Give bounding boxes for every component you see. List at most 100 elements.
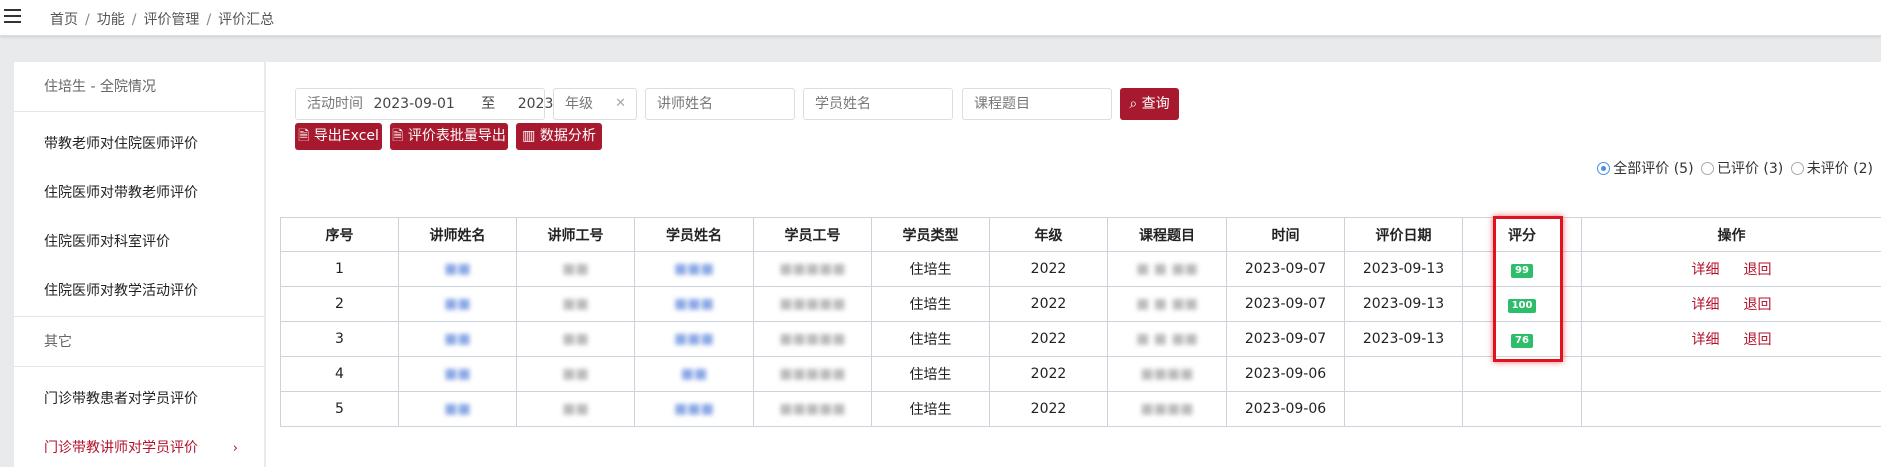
radio-evaluated[interactable]: 已评价 (3) xyxy=(1700,161,1784,177)
row-number-cell: 4 xyxy=(280,356,399,392)
teacher-name-cell-value: ■■ xyxy=(444,261,471,277)
student-name-cell: ■■■ xyxy=(634,391,754,427)
sidebar-item-resident-to-department[interactable]: 住院医师对科室评价 xyxy=(14,218,264,267)
detail-link[interactable]: 详细 xyxy=(1692,297,1720,313)
student-id-cell: ■■■■■ xyxy=(753,391,872,427)
student-name-cell: ■■ xyxy=(634,356,754,392)
sidebar-item-label: 门诊带教讲师对学员评价 xyxy=(44,440,198,456)
clear-icon[interactable]: ✕ xyxy=(615,89,626,119)
export-excel-button[interactable]: 🗎 导出Excel xyxy=(295,123,382,150)
student-name-cell: ■■■ xyxy=(634,286,754,322)
operations-cell xyxy=(1581,391,1881,427)
top-bar: 首页 / 功能 / 评价管理 / 评价汇总 xyxy=(0,0,1881,36)
table-row: 1 ■■ ■■ ■■■ ■■■■■ 住培生 2022 ■ ■ ■■ 2023-09-07 2023… xyxy=(280,251,1881,287)
teacher-id-cell-value: ■■ xyxy=(562,331,589,347)
teacher-name-cell: ■■ xyxy=(398,286,517,322)
batch-export-button[interactable]: 🗎 评价表批量导出 xyxy=(390,123,508,150)
teacher-name-input[interactable]: 讲师姓名 xyxy=(645,88,795,120)
evaluation-date-cell xyxy=(1344,391,1463,427)
student-id-cell-value: ■■■■■ xyxy=(779,401,846,417)
student-name-cell-value: ■■■ xyxy=(674,401,714,417)
sidebar-group-other: 其它 xyxy=(14,317,264,367)
main-panel: 活动时间 2023-09-01 至 2023-09-30 年级 ✕ 讲师姓名 学… xyxy=(266,62,1881,467)
bar-chart-icon: ▥ xyxy=(522,128,536,144)
row-number-cell: 2 xyxy=(280,286,399,322)
sidebar-item-resident-to-activity[interactable]: 住院医师对教学活动评价 xyxy=(14,267,264,316)
student-id-cell: ■■■■■ xyxy=(753,321,872,357)
sidebar-item-resident-to-teacher[interactable]: 住院医师对带教老师评价 xyxy=(14,169,264,218)
table-row: 4 ■■ ■■ ■■ ■■■■■ 住培生 2022 ■■■■ 2023-09-06 xyxy=(280,356,1881,392)
column-header: 评分 xyxy=(1462,217,1582,252)
student-name-cell-value: ■■■ xyxy=(674,261,714,277)
radio-evaluated-label: 已评价 (3) xyxy=(1716,161,1784,177)
score-cell: 100 xyxy=(1462,286,1582,322)
return-link[interactable]: 退回 xyxy=(1744,297,1772,313)
row-number-cell: 5 xyxy=(280,391,399,427)
breadcrumb-function[interactable]: 功能 xyxy=(97,12,125,28)
time-cell: 2023-09-07 xyxy=(1226,251,1345,287)
sidebar-item-lecturer-to-student[interactable]: 门诊带教讲师对学员评价 › xyxy=(14,424,264,467)
table-row: 3 ■■ ■■ ■■■ ■■■■■ 住培生 2022 ■ ■ ■■ 2023-09-07 2023… xyxy=(280,321,1881,357)
radio-not-evaluated[interactable]: 未评价 (2) xyxy=(1790,161,1873,177)
course-topic-input[interactable]: 课程题目 xyxy=(962,88,1112,120)
score-cell xyxy=(1462,356,1582,392)
grade-cell: 2022 xyxy=(989,356,1108,392)
evaluation-date-cell: 2023-09-13 xyxy=(1344,286,1463,322)
column-header: 操作 xyxy=(1581,217,1881,252)
sidebar-group-title: 住培生 - 全院情况 xyxy=(14,62,264,112)
grade-cell: 2022 xyxy=(989,321,1108,357)
detail-link[interactable]: 详细 xyxy=(1692,262,1720,278)
grade-cell: 2022 xyxy=(989,286,1108,322)
column-header: 时间 xyxy=(1226,217,1345,252)
data-analysis-label: 数据分析 xyxy=(539,128,596,144)
breadcrumb-home[interactable]: 首页 xyxy=(50,12,78,28)
sidebar-item-patient-to-student[interactable]: 门诊带教患者对学员评价 xyxy=(14,375,264,424)
teacher-name-cell-value: ■■ xyxy=(444,366,471,382)
data-analysis-button[interactable]: ▥ 数据分析 xyxy=(516,123,602,150)
evaluation-date-cell xyxy=(1344,356,1463,392)
row-number-cell: 1 xyxy=(280,251,399,287)
student-name-cell: ■■■ xyxy=(634,251,754,287)
student-name-cell-value: ■■■ xyxy=(674,331,714,347)
return-link[interactable]: 退回 xyxy=(1744,262,1772,278)
student-type-cell: 住培生 xyxy=(871,321,990,357)
return-link[interactable]: 退回 xyxy=(1744,332,1772,348)
date-range-field[interactable]: 活动时间 2023-09-01 至 2023-09-30 xyxy=(295,88,599,120)
operations-cell: 详细 退回 xyxy=(1581,286,1881,322)
student-id-cell-value: ■■■■■ xyxy=(779,366,846,382)
student-id-cell-value: ■■■■■ xyxy=(779,261,846,277)
course-topic-cell-value: ■■■■ xyxy=(1140,401,1194,417)
breadcrumb: 首页 / 功能 / 评价管理 / 评价汇总 xyxy=(50,12,275,28)
breadcrumb-evaluation-management[interactable]: 评价管理 xyxy=(143,12,199,28)
radio-all-evaluations[interactable]: 全部评价 (5) xyxy=(1597,161,1694,177)
detail-link[interactable]: 详细 xyxy=(1692,332,1720,348)
course-topic-cell: ■■■■ xyxy=(1107,356,1227,392)
hamburger-menu-icon[interactable] xyxy=(4,9,21,23)
table-header-row: 序号 讲师姓名 讲师工号 学员姓名 学员工号 学员类型 年级 课程题目 时间 评… xyxy=(280,217,1881,252)
time-cell: 2023-09-07 xyxy=(1226,321,1345,357)
student-id-cell-value: ■■■■■ xyxy=(779,331,846,347)
student-id-cell: ■■■■■ xyxy=(753,356,872,392)
sidebar-item-teacher-to-resident[interactable]: 带教老师对住院医师评价 xyxy=(14,120,264,169)
excel-file-icon: 🗎 xyxy=(298,128,310,144)
teacher-name-cell: ■■ xyxy=(398,356,517,392)
radio-all-label: 全部评价 (5) xyxy=(1613,161,1694,177)
grade-cell: 2022 xyxy=(989,391,1108,427)
score-cell: 99 xyxy=(1462,251,1582,287)
pdf-file-icon: 🗎 xyxy=(392,128,404,144)
operations-cell: 详细 退回 xyxy=(1581,251,1881,287)
course-topic-cell: ■ ■ ■■ xyxy=(1107,251,1227,287)
evaluation-table: 序号 讲师姓名 讲师工号 学员姓名 学员工号 学员类型 年级 课程题目 时间 评… xyxy=(280,217,1881,427)
date-range-label: 活动时间 xyxy=(307,96,363,112)
course-topic-cell-value: ■ ■ ■■ xyxy=(1136,261,1198,277)
course-topic-cell-value: ■ ■ ■■ xyxy=(1136,331,1198,347)
grade-placeholder: 年级 xyxy=(565,96,593,112)
student-name-input[interactable]: 学员姓名 xyxy=(803,88,953,120)
export-excel-label: 导出Excel xyxy=(313,128,379,144)
grade-select[interactable]: 年级 ✕ xyxy=(553,88,637,120)
table-row: 5 ■■ ■■ ■■■ ■■■■■ 住培生 2022 ■■■■ 2023-09-06 xyxy=(280,391,1881,427)
teacher-name-cell-value: ■■ xyxy=(444,296,471,312)
course-topic-cell: ■■■■ xyxy=(1107,391,1227,427)
search-icon: ⌕ xyxy=(1129,96,1138,112)
search-button[interactable]: ⌕ 查询 xyxy=(1120,88,1179,120)
